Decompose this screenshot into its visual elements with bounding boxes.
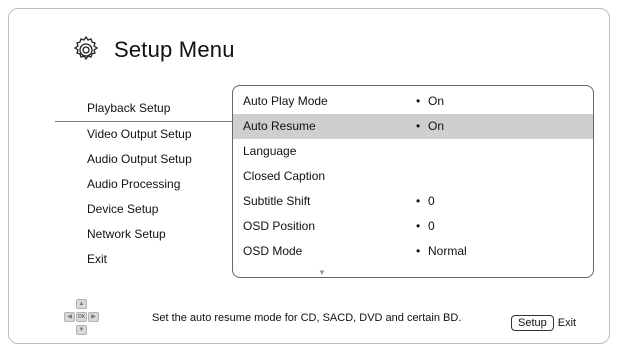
arrow-right-icon: ▶: [88, 312, 99, 322]
menu-item-label: Network Setup: [87, 227, 166, 241]
setting-row-osd-position[interactable]: OSD Position • 0: [233, 214, 593, 239]
setting-label: OSD Mode: [243, 244, 303, 258]
menu-item-label: Device Setup: [87, 202, 159, 216]
setting-row-language[interactable]: Language: [233, 139, 593, 164]
setting-label: Language: [243, 144, 297, 158]
menu-item-video-output-setup[interactable]: Video Output Setup: [55, 122, 240, 147]
menu-item-device-setup[interactable]: Device Setup: [55, 197, 240, 222]
help-text: Set the auto resume mode for CD, SACD, D…: [152, 312, 462, 324]
bullet-icon: •: [416, 219, 421, 233]
menu-item-label: Exit: [87, 252, 108, 266]
page-header: Setup Menu: [70, 30, 235, 70]
setting-label: Auto Play Mode: [243, 94, 328, 108]
ok-button-icon: OK: [76, 312, 87, 322]
setting-value-text: 0: [428, 194, 435, 208]
menu-item-label: Video Output Setup: [87, 127, 192, 141]
triangle-down-icon[interactable]: ▼: [318, 268, 326, 277]
setting-row-subtitle-shift[interactable]: Subtitle Shift • 0: [233, 189, 593, 214]
setting-value: • Normal: [416, 239, 467, 264]
setting-value: • 0: [416, 214, 435, 239]
setting-value-text: On: [428, 94, 445, 108]
setting-label: Subtitle Shift: [243, 194, 311, 208]
setup-button[interactable]: Setup: [511, 315, 554, 331]
setting-value-text: 0: [428, 219, 435, 233]
setting-label: Auto Resume: [243, 119, 316, 133]
left-menu: Playback Setup Video Output Setup Audio …: [55, 96, 240, 272]
dpad-icon: ▲ ◀ OK ▶ ▼: [64, 299, 100, 335]
setting-row-auto-play-mode[interactable]: Auto Play Mode • On: [233, 89, 593, 114]
bullet-icon: •: [416, 194, 421, 208]
setting-row-closed-caption[interactable]: Closed Caption: [233, 164, 593, 189]
setting-row-auto-resume[interactable]: Auto Resume • On: [233, 114, 593, 139]
bullet-icon: •: [416, 94, 421, 108]
arrow-left-icon: ◀: [64, 312, 75, 322]
setting-label: Closed Caption: [243, 169, 326, 183]
exit-label: Exit: [557, 317, 577, 329]
arrow-up-icon: ▲: [76, 299, 87, 309]
menu-item-network-setup[interactable]: Network Setup: [55, 222, 240, 247]
setting-value: • 0: [416, 189, 435, 214]
menu-item-exit[interactable]: Exit: [55, 247, 240, 272]
page-title: Setup Menu: [114, 37, 235, 62]
setting-value-text: Normal: [428, 244, 467, 258]
menu-item-audio-output-setup[interactable]: Audio Output Setup: [55, 147, 240, 172]
settings-panel: Auto Play Mode • On Auto Resume • On Langu…: [232, 85, 594, 278]
setting-value-text: On: [428, 119, 445, 133]
setting-value: • On: [416, 114, 444, 139]
menu-item-label: Playback Setup: [87, 101, 171, 115]
setup-exit-hint: Setup Exit: [511, 315, 576, 331]
bullet-icon: •: [416, 119, 421, 133]
setting-value: • On: [416, 89, 444, 114]
bullet-icon: •: [416, 244, 421, 258]
menu-item-audio-processing[interactable]: Audio Processing: [55, 172, 240, 197]
menu-item-playback-setup[interactable]: Playback Setup: [55, 96, 240, 122]
setting-label: OSD Position: [243, 219, 316, 233]
menu-item-label: Audio Processing: [87, 177, 181, 191]
menu-item-label: Audio Output Setup: [87, 152, 192, 166]
gear-icon: [73, 35, 99, 61]
arrow-down-icon: ▼: [76, 325, 87, 335]
setting-row-osd-mode[interactable]: OSD Mode • Normal: [233, 239, 593, 264]
